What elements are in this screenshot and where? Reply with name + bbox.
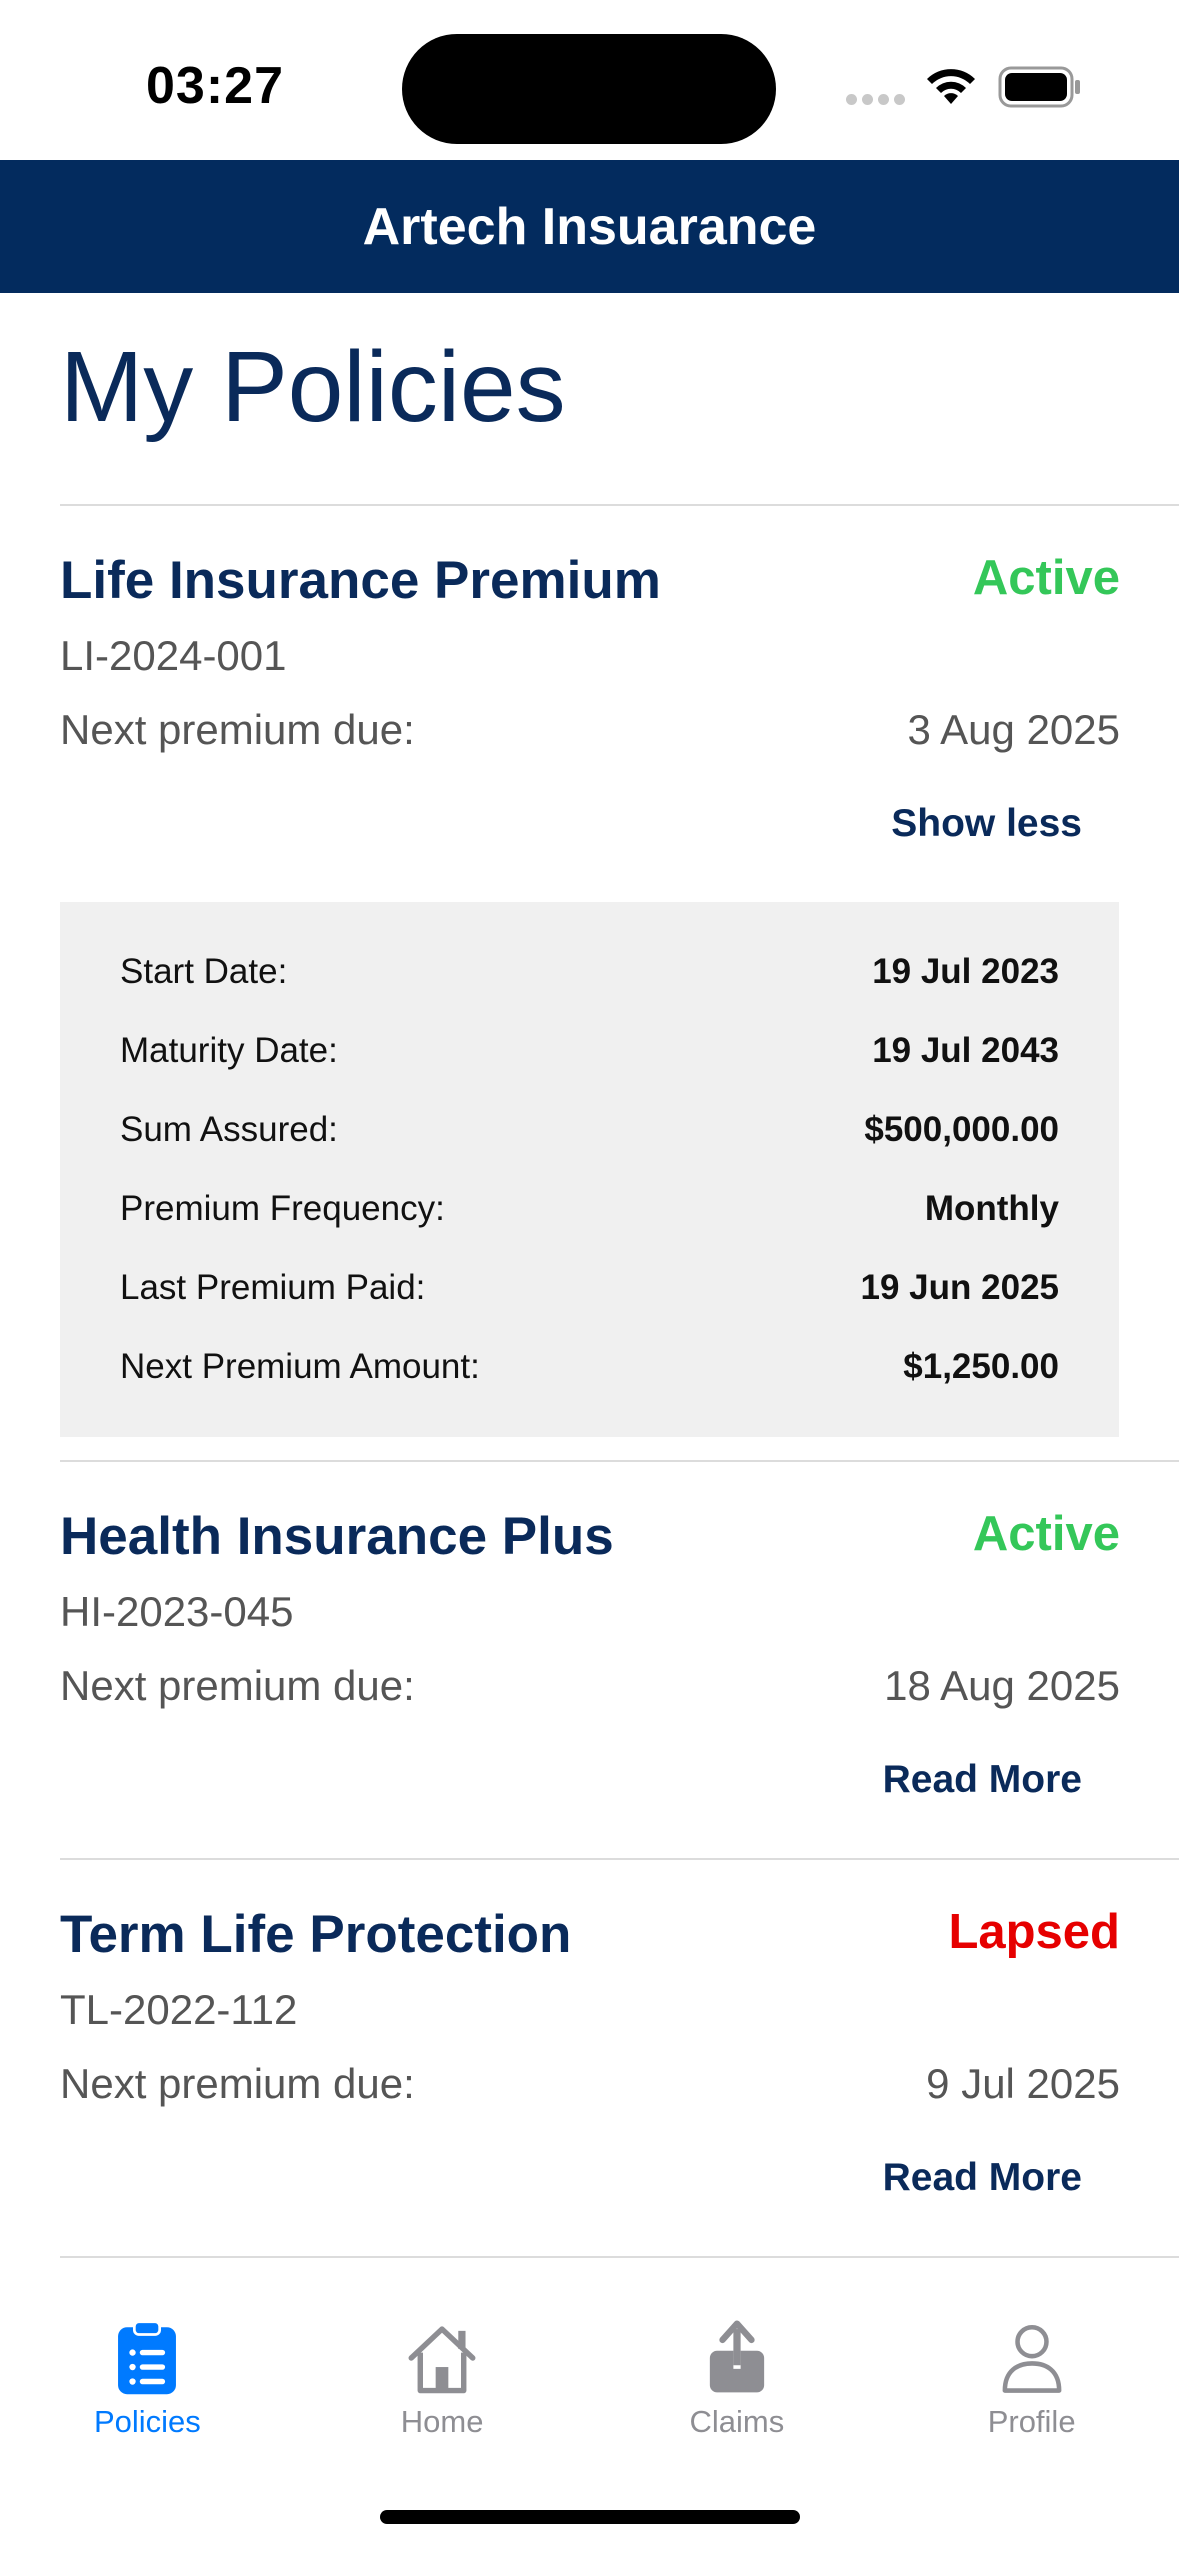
detail-label: Next Premium Amount: [120, 1347, 480, 1386]
detail-value: 19 Jul 2043 [872, 1031, 1059, 1070]
app-title: Artech Insuarance [362, 197, 817, 256]
tab-claims[interactable]: Claims [590, 2260, 885, 2440]
detail-row-next-premium-amount: Next Premium Amount: $1,250.00 [120, 1347, 1059, 1397]
detail-label: Premium Frequency: [120, 1189, 445, 1228]
policy-name: Health Insurance Plus [60, 1507, 614, 1566]
policy-status-badge: Active [972, 1507, 1120, 1561]
next-premium-label: Next premium due: [60, 2060, 415, 2107]
divider [60, 1858, 1179, 1860]
home-indicator [380, 2510, 800, 2524]
divider [60, 1460, 1179, 1462]
status-bar: 03:27 [0, 0, 1179, 160]
policy-name: Term Life Protection [60, 1905, 572, 1964]
policy-details-panel: Start Date: 19 Jul 2023 Maturity Date: 1… [60, 902, 1119, 1437]
detail-row-sum-assured: Sum Assured: $500,000.00 [120, 1110, 1059, 1160]
detail-label: Sum Assured: [120, 1110, 338, 1149]
policy-number: HI-2023-045 [60, 1588, 294, 1635]
clipboard-list-icon [118, 2320, 177, 2395]
house-icon [408, 2326, 476, 2394]
show-less-button[interactable]: Show less [891, 802, 1082, 846]
policy-card: Life Insurance Premium Active LI-2024-00… [60, 550, 1120, 870]
policy-card: Term Life Protection Lapsed TL-2022-112 … [60, 1904, 1120, 2224]
tab-home[interactable]: Home [295, 2260, 590, 2440]
page-title: My Policies [60, 331, 566, 443]
person-icon [1002, 2324, 1062, 2393]
app-header: Artech Insuarance [0, 160, 1179, 293]
tab-policies[interactable]: Policies [0, 2260, 295, 2440]
next-premium-label: Next premium due: [60, 1662, 415, 1709]
tab-label: Policies [93, 2404, 201, 2439]
detail-value: 19 Jun 2025 [860, 1268, 1059, 1307]
policy-card: Health Insurance Plus Active HI-2023-045… [60, 1506, 1120, 1826]
wifi-icon [927, 69, 975, 104]
read-more-button[interactable]: Read More [883, 2156, 1082, 2200]
detail-row-start-date: Start Date: 19 Jul 2023 [120, 952, 1059, 1002]
tab-label: Home [400, 2404, 484, 2439]
read-more-button[interactable]: Read More [883, 1758, 1082, 1802]
detail-row-last-premium-paid: Last Premium Paid: 19 Jun 2025 [120, 1268, 1059, 1318]
detail-value: 19 Jul 2023 [872, 952, 1059, 991]
detail-value: $1,250.00 [903, 1347, 1059, 1386]
detail-value: Monthly [924, 1189, 1059, 1228]
detail-row-maturity-date: Maturity Date: 19 Jul 2043 [120, 1031, 1059, 1081]
policy-name: Life Insurance Premium [60, 551, 661, 610]
status-time: 03:27 [146, 57, 284, 115]
tab-label: Profile [987, 2404, 1076, 2439]
detail-label: Last Premium Paid: [120, 1268, 426, 1307]
cellular-signal-icon [846, 94, 906, 106]
tab-bar: Policies Home Claims Profile [0, 2260, 1179, 2440]
policy-number: TL-2022-112 [60, 1986, 298, 2033]
battery-icon [998, 66, 1080, 108]
detail-label: Start Date: [120, 952, 288, 991]
tab-profile[interactable]: Profile [884, 2260, 1179, 2440]
policy-status-badge: Lapsed [948, 1905, 1120, 1959]
policy-number: LI-2024-001 [60, 632, 287, 679]
next-premium-label: Next premium due: [60, 706, 415, 753]
divider [60, 504, 1179, 506]
detail-label: Maturity Date: [120, 1031, 338, 1070]
policy-status-badge: Active [972, 551, 1120, 605]
dynamic-island [402, 34, 776, 144]
share-upload-icon [709, 2320, 765, 2393]
divider [60, 2256, 1179, 2258]
detail-value: $500,000.00 [864, 1110, 1059, 1149]
next-premium-date: 9 Jul 2025 [926, 2060, 1120, 2107]
next-premium-date: 18 Aug 2025 [884, 1662, 1120, 1709]
tab-label: Claims [689, 2404, 785, 2439]
detail-row-premium-frequency: Premium Frequency: Monthly [120, 1189, 1059, 1239]
screen: 03:27 Artech Insuarance My Policies Life… [0, 0, 1179, 2556]
next-premium-date: 3 Aug 2025 [907, 706, 1120, 753]
